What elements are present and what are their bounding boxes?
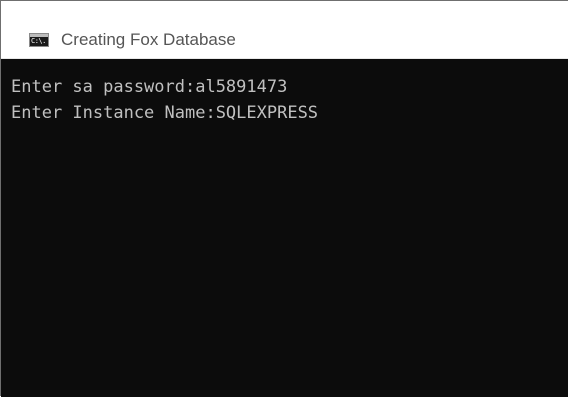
console-output[interactable]: Enter sa password:al5891473 Enter Instan… (1, 59, 568, 397)
cmd-icon[interactable]: C:\. (29, 33, 49, 47)
console-window: C:\. Creating Fox Database Enter sa pass… (0, 0, 568, 397)
console-line: Enter Instance Name:SQLEXPRESS (11, 103, 319, 123)
cmd-icon-glyph: C:\. (31, 37, 46, 45)
window-title: Creating Fox Database (61, 30, 236, 49)
console-line: Enter sa password:al5891473 (11, 77, 288, 97)
title-bar[interactable]: C:\. Creating Fox Database (1, 1, 568, 59)
